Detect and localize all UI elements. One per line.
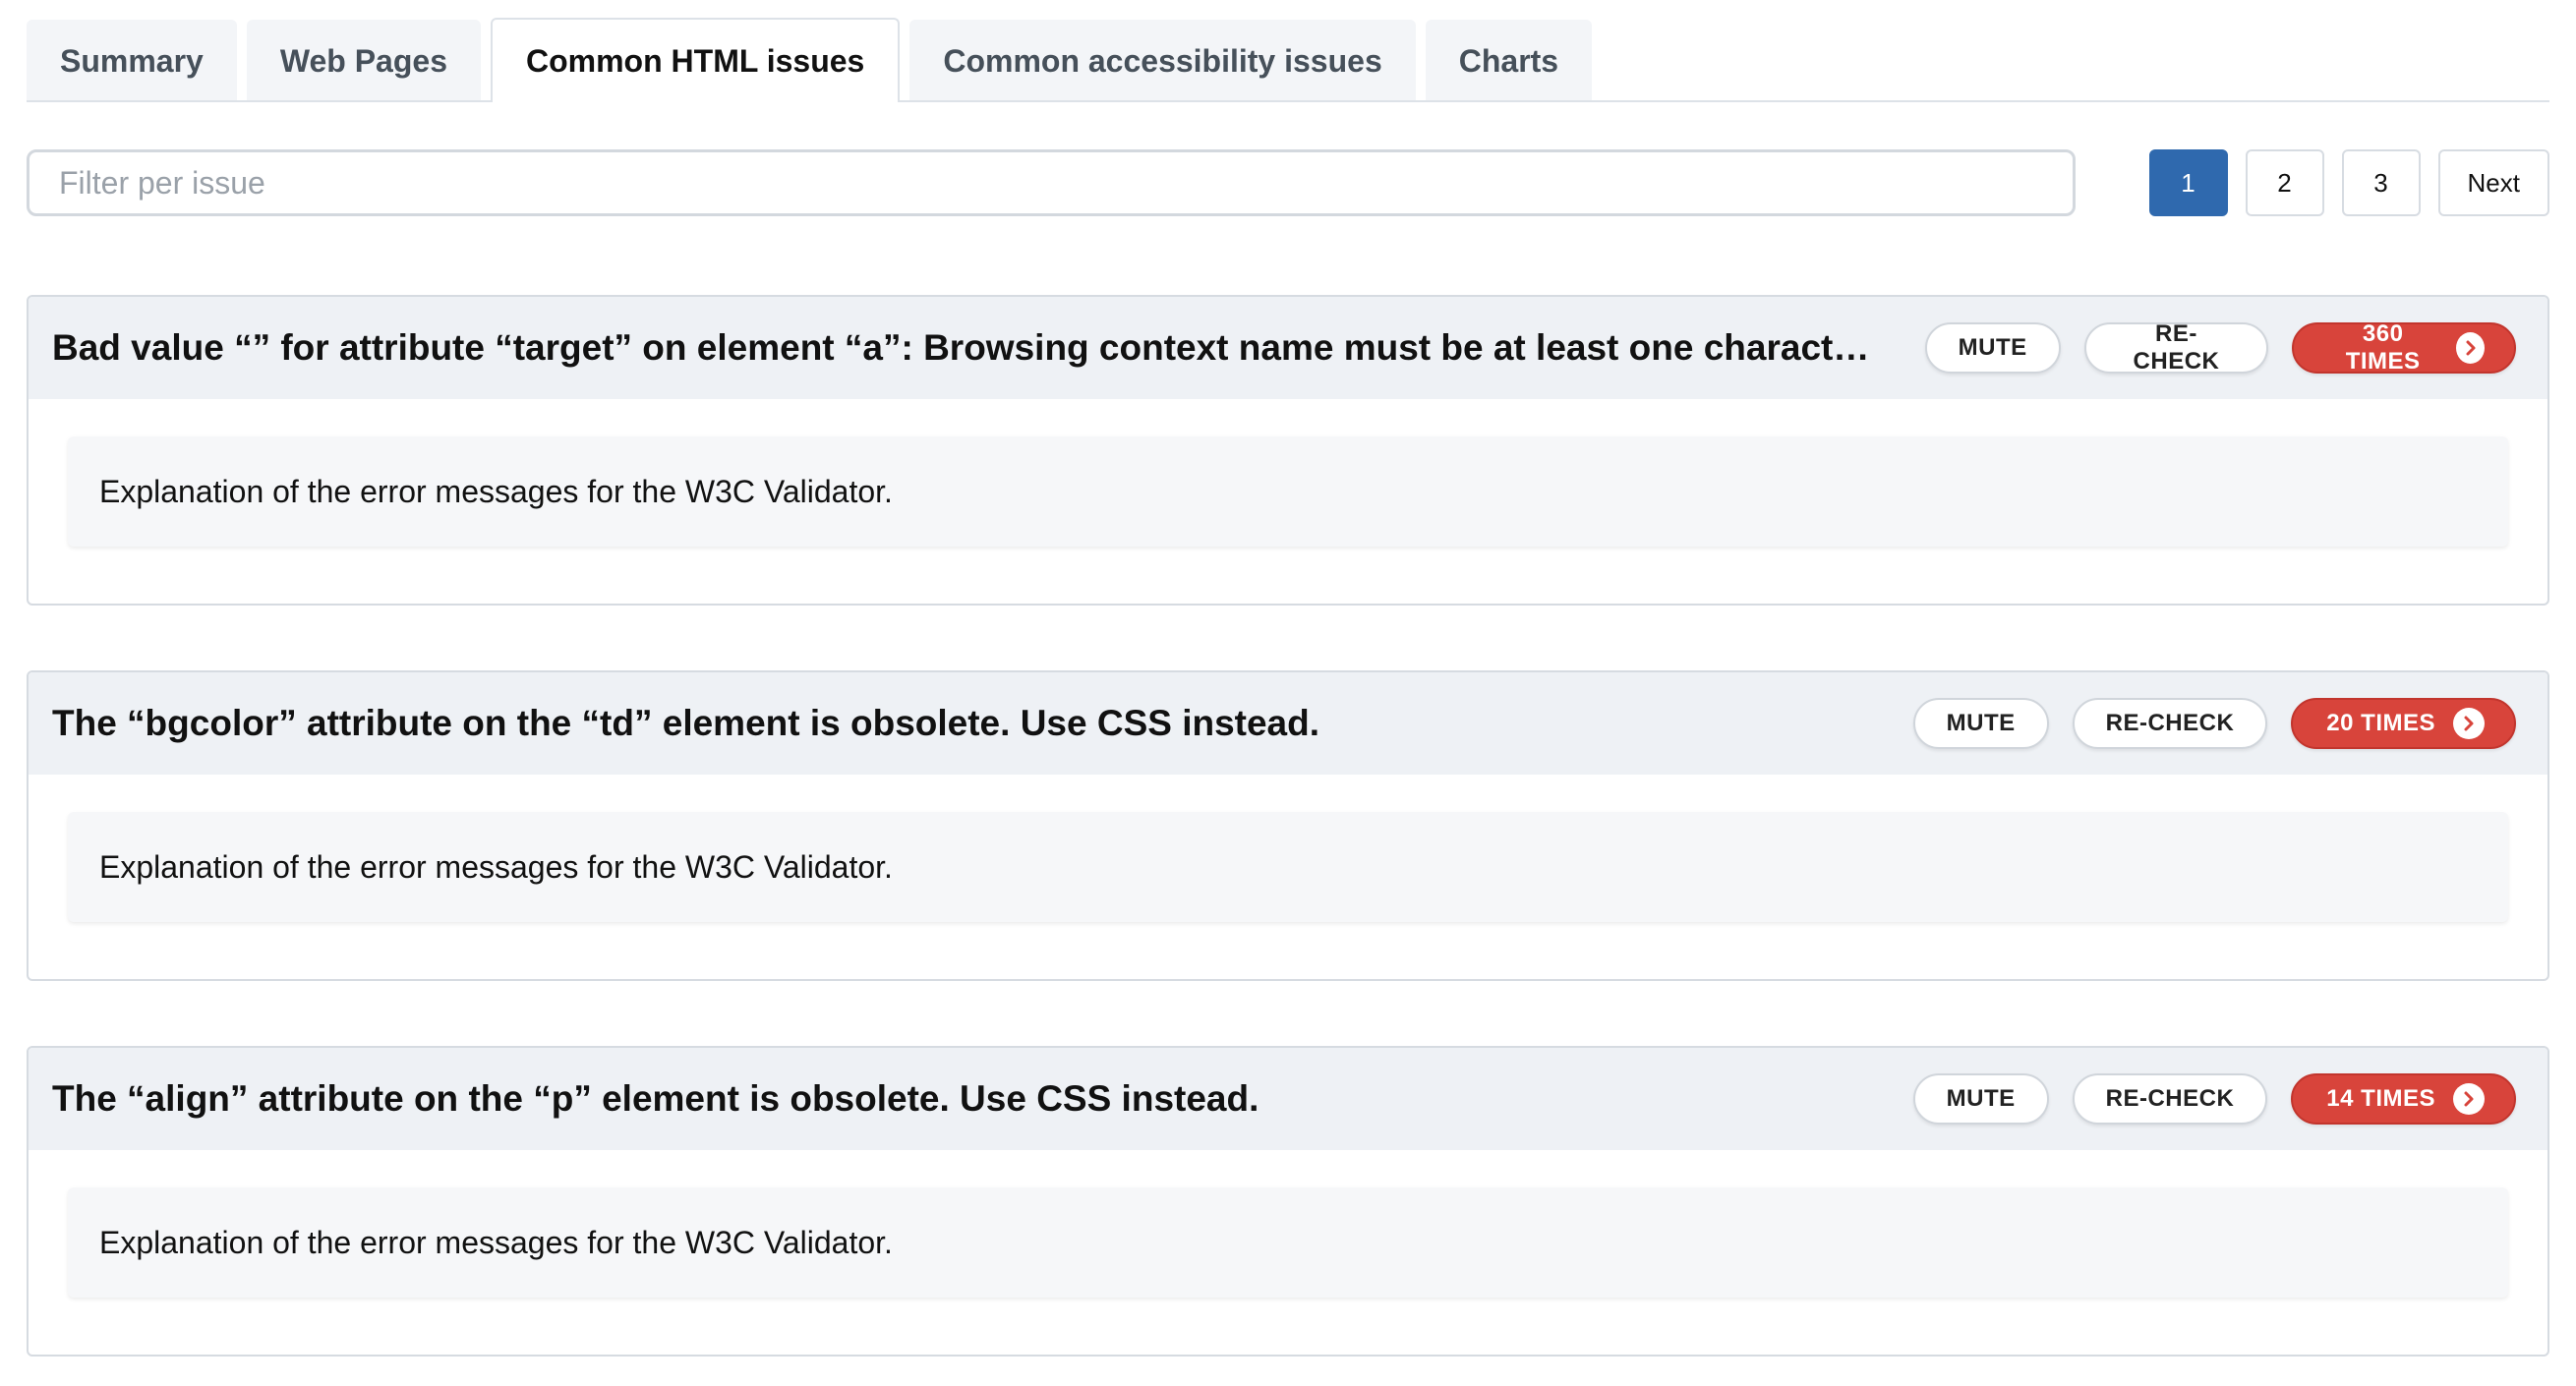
issue-actions: MUTE RE-CHECK 14 TIMES (1912, 1073, 2516, 1125)
chevron-right-circle-icon (2453, 708, 2485, 739)
next-page-button[interactable]: Next (2437, 149, 2549, 216)
tab-common-accessibility-issues[interactable]: Common accessibility issues (909, 20, 1416, 100)
occurrence-count-button[interactable]: 360 TIMES (2292, 320, 2516, 375)
issue-explanation: Explanation of the error messages for th… (68, 1187, 2508, 1298)
tab-bar: Summary Web Pages Common HTML issues Com… (27, 0, 2549, 102)
tab-common-html-issues[interactable]: Common HTML issues (490, 18, 901, 102)
page-1-button[interactable]: 1 (2148, 149, 2228, 216)
issue-explanation: Explanation of the error messages for th… (68, 436, 2508, 547)
issue-actions: MUTE RE-CHECK 20 TIMES (1912, 698, 2516, 749)
occurrence-count-label: 20 TIMES (2326, 710, 2435, 736)
issue-title: The “bgcolor” attribute on the “td” elem… (52, 703, 1320, 743)
issue-card: The “bgcolor” attribute on the “td” elem… (27, 670, 2549, 981)
issue-explanation: Explanation of the error messages for th… (68, 812, 2508, 922)
page: Summary Web Pages Common HTML issues Com… (0, 0, 2576, 1386)
tab-charts[interactable]: Charts (1425, 20, 1593, 100)
pagination: 1 2 3 Next (2148, 149, 2549, 216)
chevron-right-circle-icon (2453, 1083, 2485, 1115)
tab-web-pages[interactable]: Web Pages (246, 20, 481, 100)
issue-body: Explanation of the error messages for th… (29, 775, 2547, 922)
page-3-button[interactable]: 3 (2341, 149, 2421, 216)
toolbar: 1 2 3 Next (27, 149, 2549, 216)
issue-title: The “align” attribute on the “p” element… (52, 1078, 1259, 1119)
mute-button[interactable]: MUTE (1912, 1073, 2049, 1125)
occurrence-count-button[interactable]: 20 TIMES (2291, 698, 2516, 749)
issue-card: The “align” attribute on the “p” element… (27, 1046, 2549, 1357)
occurrence-count-label: 14 TIMES (2326, 1085, 2435, 1112)
re-check-button[interactable]: RE-CHECK (2072, 698, 2268, 749)
issue-actions: MUTE RE-CHECK 360 TIMES (1924, 320, 2516, 375)
occurrence-count-label: 360 TIMES (2345, 320, 2421, 375)
issue-body: Explanation of the error messages for th… (29, 399, 2547, 547)
issue-body: Explanation of the error messages for th… (29, 1150, 2547, 1298)
issue-header: The “align” attribute on the “p” element… (29, 1048, 2547, 1150)
mute-button[interactable]: MUTE (1924, 322, 2061, 374)
chevron-right-circle-icon (2456, 332, 2485, 364)
issue-card: Bad value “” for attribute “target” on e… (27, 295, 2549, 606)
occurrence-count-button[interactable]: 14 TIMES (2291, 1073, 2516, 1125)
re-check-button[interactable]: RE-CHECK (2072, 1073, 2268, 1125)
mute-button[interactable]: MUTE (1912, 698, 2049, 749)
tab-summary[interactable]: Summary (27, 20, 237, 100)
re-check-button[interactable]: RE-CHECK (2083, 320, 2269, 375)
page-2-button[interactable]: 2 (2245, 149, 2324, 216)
issue-list: Bad value “” for attribute “target” on e… (27, 295, 2549, 1357)
issue-header: The “bgcolor” attribute on the “td” elem… (29, 672, 2547, 775)
filter-issue-input[interactable] (27, 149, 2076, 216)
issue-header: Bad value “” for attribute “target” on e… (29, 297, 2547, 399)
issue-title: Bad value “” for attribute “target” on e… (52, 327, 1886, 368)
